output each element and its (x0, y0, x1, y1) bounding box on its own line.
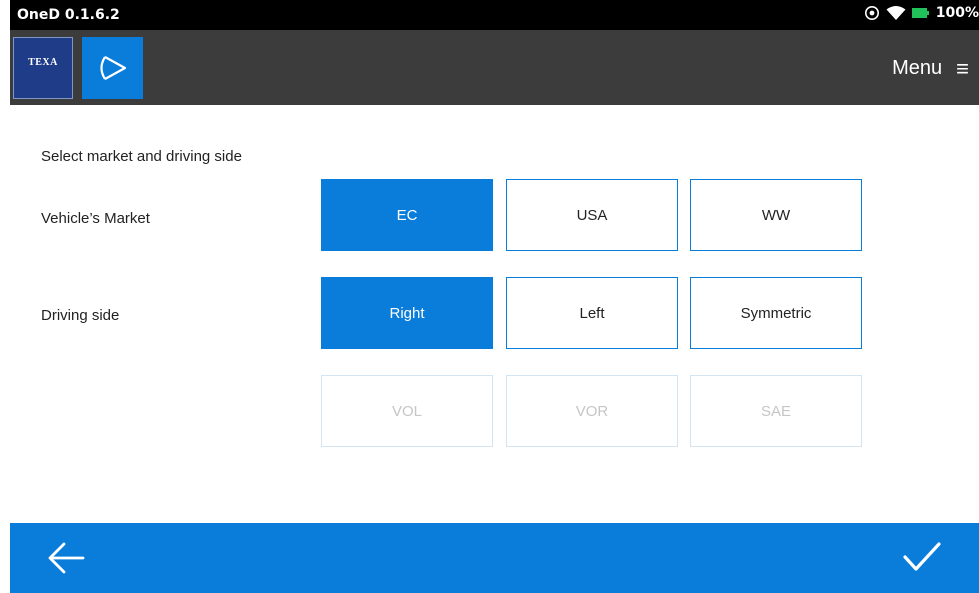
confirm-button[interactable] (901, 539, 943, 575)
app-version: OneD 0.1.6.2 (17, 7, 120, 23)
standard-option-vor: VOR (506, 375, 678, 447)
app-header: TEXA Menu ≡ (10, 30, 979, 105)
hamburger-icon: ≡ (956, 55, 969, 81)
status-bar: OneD 0.1.6.2 100% (10, 0, 979, 30)
battery-icon (911, 8, 929, 18)
footer-bar (10, 523, 979, 593)
status-icons: 100% (864, 5, 979, 21)
vehicle-market-label: Vehicle’s Market (41, 210, 150, 227)
page-prompt: Select market and driving side (41, 148, 242, 165)
driving-side-option-symmetric[interactable]: Symmetric (690, 277, 862, 349)
standard-option-vol: VOL (321, 375, 493, 447)
texa-logo: TEXA (13, 37, 73, 99)
battery-level: 100% (935, 5, 979, 21)
menu-button[interactable]: Menu ≡ (892, 57, 969, 80)
driving-side-option-left[interactable]: Left (506, 277, 678, 349)
back-button[interactable] (47, 541, 87, 575)
market-option-ww[interactable]: WW (690, 179, 862, 251)
texa-logo-text: TEXA (28, 57, 58, 68)
wifi-icon (886, 6, 906, 20)
standard-option-sae: SAE (690, 375, 862, 447)
driving-side-option-right[interactable]: Right (321, 277, 493, 349)
location-icon (864, 6, 879, 20)
menu-label: Menu (892, 57, 943, 79)
arrow-left-icon (48, 542, 85, 574)
market-option-ec[interactable]: EC (321, 179, 493, 251)
app-logo-icon (82, 37, 143, 99)
checkmark-icon (903, 542, 941, 571)
market-option-usa[interactable]: USA (506, 179, 678, 251)
driving-side-label: Driving side (41, 307, 120, 324)
